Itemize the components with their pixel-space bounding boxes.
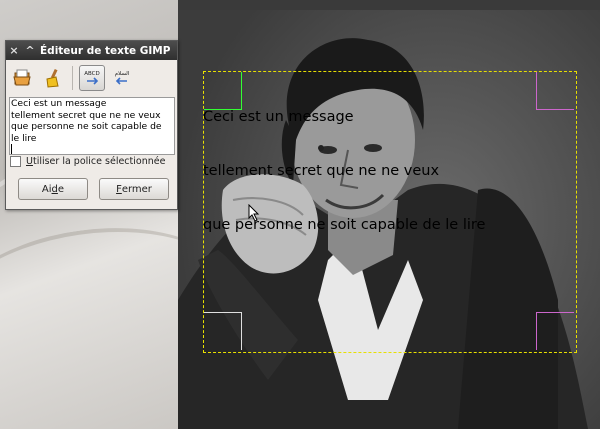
resize-handle-bottom-right[interactable] — [536, 312, 574, 350]
ltr-text-button[interactable]: ABCD — [79, 65, 105, 91]
text-line: le lire — [11, 132, 37, 144]
text-line: que personne ne soit capable de — [11, 121, 162, 133]
rtl-text-icon: السلام — [115, 71, 130, 85]
close-label-part: ermer — [121, 183, 152, 195]
close-button[interactable]: Fermer — [99, 178, 169, 200]
checkbox-label: tiliser la police sélectionnée — [32, 155, 166, 167]
open-file-button[interactable] — [10, 65, 36, 91]
resize-handle-top-left[interactable] — [204, 72, 242, 110]
dialog-toolbar: ABCD السلام — [10, 65, 135, 91]
clear-brush-icon — [46, 68, 59, 88]
dialog-titlebar[interactable]: × ^ Éditeur de texte GIMP — [6, 41, 177, 60]
use-selected-font-checkbox[interactable] — [10, 155, 21, 167]
svg-text:السلام: السلام — [115, 71, 130, 77]
mouse-pointer-icon — [248, 204, 260, 222]
resize-handle-bottom-left[interactable] — [204, 312, 242, 350]
text-line-last: le lire — [11, 132, 173, 154]
use-selected-font-option[interactable]: Utiliser la police sélectionnée — [10, 154, 165, 168]
text-edit-area[interactable]: Ceci est un message tellement secret que… — [9, 97, 175, 155]
close-icon[interactable]: × — [6, 44, 22, 57]
checkbox-label-mnemonic: U — [26, 155, 33, 167]
image-canvas[interactable]: Ceci est un message tellement secret que… — [178, 0, 600, 429]
svg-text:ABCD: ABCD — [84, 71, 100, 77]
dialog-title: Éditeur de texte GIMP — [40, 44, 171, 57]
clear-text-button[interactable] — [40, 65, 66, 91]
text-line: Ceci est un message — [11, 98, 107, 109]
toolbar-separator — [72, 66, 73, 90]
collapse-icon[interactable]: ^ — [22, 44, 38, 57]
rtl-text-button[interactable]: السلام — [109, 65, 135, 91]
help-button[interactable]: Ai d e — [18, 178, 88, 200]
help-label-part: e — [57, 183, 65, 195]
text-caret — [11, 144, 12, 154]
resize-handle-top-right[interactable] — [536, 72, 574, 110]
help-label-part: Ai — [41, 183, 52, 195]
ltr-text-icon: ABCD — [84, 71, 100, 85]
text-line: tellement secret que ne ne veux — [11, 109, 161, 121]
open-file-icon — [13, 69, 31, 86]
text-editor-dialog: × ^ Éditeur de texte GIMP ABCD السلام Ce… — [5, 40, 178, 210]
